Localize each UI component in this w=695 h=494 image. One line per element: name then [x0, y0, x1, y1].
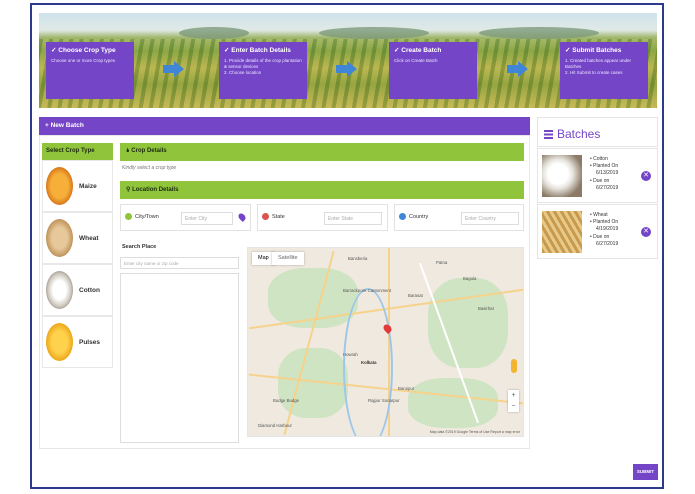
submit-button[interactable]: SUBMIT	[633, 464, 658, 480]
city-field-group: City/Town Enter City	[120, 204, 251, 231]
crop-item-maize[interactable]: Maize	[42, 160, 113, 212]
map-label: Baruipur	[398, 386, 415, 391]
hill-graphic	[319, 27, 429, 39]
step-desc: Click on Create Batch	[394, 58, 438, 63]
city-input[interactable]: Enter City	[181, 212, 233, 225]
crop-name: Pulses	[79, 338, 100, 346]
crop-type-list: Select Crop Type Maize Wheat Cotton Puls…	[42, 143, 113, 368]
map-park	[408, 378, 498, 428]
locate-pin-icon[interactable]	[237, 212, 247, 222]
map-label: Barasat	[408, 293, 423, 298]
step-create-batch: ✓ Create Batch Click on Create Batch	[389, 42, 477, 99]
planted-label: Planted On	[590, 163, 618, 170]
map-label: Barrackpore Cantonment	[343, 288, 392, 293]
wheat-image	[46, 219, 73, 257]
remove-batch-icon[interactable]: ✕	[641, 227, 651, 237]
planted-label: Planted On	[590, 219, 618, 226]
batch-details: Wheat Planted On 4/19/2019 Due on 6/27/2…	[590, 212, 618, 248]
due-date: 6/27/2019	[596, 184, 619, 191]
step-enter-details: ✓ Enter Batch Details 1. Provide details…	[219, 42, 307, 99]
state-icon	[262, 213, 269, 220]
step-choose-crop: ✓ Choose Crop Type Choose one or more Cr…	[46, 42, 134, 99]
cotton-image	[46, 271, 73, 309]
step-desc: 2. Hit Submit to create cases	[565, 70, 623, 75]
map-label: Howrah	[343, 352, 358, 357]
step-desc: 1. Created batches appear under Batches	[565, 58, 632, 69]
planted-date: 4/19/2019	[596, 226, 619, 233]
step-title: ✓ Create Batch	[394, 47, 442, 54]
crop-name: Maize	[79, 182, 97, 190]
map-label: Diamond Harbour	[258, 423, 292, 428]
step-desc: 1. Provide details of the crop plantatio…	[224, 58, 302, 69]
map-label: Budge Budge	[273, 398, 300, 403]
pulses-image	[46, 323, 73, 361]
state-field-group: State Enter State	[257, 204, 388, 231]
zoom-out-button[interactable]: −	[508, 401, 519, 412]
crop-item-cotton[interactable]: Cotton	[42, 264, 113, 316]
state-input[interactable]: Enter State	[324, 212, 382, 225]
map-type-satellite[interactable]: Satellite	[272, 252, 304, 265]
due-label: Due on	[590, 234, 618, 241]
map-label: Basirhat	[478, 306, 494, 311]
batch-card: Cotton Planted On 6/13/2019 Due on 6/27/…	[537, 148, 658, 203]
batch-card: Wheat Planted On 4/19/2019 Due on 6/27/2…	[537, 204, 658, 259]
new-batch-header[interactable]: + New Batch	[39, 117, 530, 135]
zoom-controls: + −	[508, 390, 519, 412]
hill-graphic	[479, 27, 599, 39]
country-field-group: Country Enter Country	[394, 204, 524, 231]
zoom-in-button[interactable]: +	[508, 390, 519, 401]
globe-icon	[399, 213, 406, 220]
map-label: Patna	[436, 260, 448, 265]
map-label: Bagula	[463, 276, 477, 281]
crop-details-header: 🌢 Crop Details	[120, 143, 524, 161]
step-desc: 2. Choose location	[224, 70, 262, 75]
state-label: State	[272, 214, 285, 220]
search-results-box	[120, 273, 239, 443]
due-date: 6/27/2019	[596, 240, 619, 247]
map-view[interactable]: Map Satellite Patna Barrackpore Cantonme…	[247, 247, 524, 437]
remove-batch-icon[interactable]: ✕	[641, 171, 651, 181]
wheat-thumbnail	[542, 211, 582, 253]
city-icon	[125, 213, 132, 220]
search-place-label: Search Place	[122, 244, 157, 250]
batch-crop: Cotton	[590, 156, 618, 163]
app-frame: ✓ Choose Crop Type Choose one or more Cr…	[30, 3, 664, 489]
crop-details-hint: Kindly select a crop type	[122, 165, 177, 171]
location-details-header: ⚲ Location Details	[120, 181, 524, 199]
country-input[interactable]: Enter Country	[461, 212, 519, 225]
crop-type-header: Select Crop Type	[42, 143, 113, 160]
crop-name: Wheat	[79, 234, 99, 242]
street-view-icon[interactable]	[511, 359, 517, 373]
batches-title: Batches	[557, 127, 601, 141]
maize-image	[46, 167, 73, 205]
search-place-input[interactable]: Enter city name or zip code	[120, 257, 239, 269]
step-desc: Choose one or more Crop types	[51, 58, 116, 63]
batch-details: Cotton Planted On 6/13/2019 Due on 6/27/…	[590, 156, 618, 192]
crop-item-pulses[interactable]: Pulses	[42, 316, 113, 368]
step-title: ✓ Submit Batches	[565, 47, 622, 54]
step-submit-batches: ✓ Submit Batches 1. Created batches appe…	[560, 42, 648, 99]
map-label: Bansberia	[348, 256, 368, 261]
city-label: City/Town	[135, 214, 159, 220]
batch-crop: Wheat	[590, 212, 618, 219]
country-label: Country	[409, 214, 429, 220]
batches-panel-header: Batches	[537, 117, 658, 147]
step-title: ✓ Choose Crop Type	[51, 47, 116, 54]
planted-date: 6/13/2019	[596, 170, 619, 177]
step-title: ✓ Enter Batch Details	[224, 47, 291, 54]
map-attribution: Map data ©2019 Google Terms of Use Repor…	[429, 430, 520, 434]
list-icon	[544, 130, 553, 139]
map-label: Kolkata	[361, 360, 377, 365]
hill-graphic	[179, 27, 249, 39]
crop-name: Cotton	[79, 286, 100, 294]
due-label: Due on	[590, 178, 618, 185]
hero-banner: ✓ Choose Crop Type Choose one or more Cr…	[39, 13, 657, 108]
cotton-thumbnail	[542, 155, 582, 197]
map-label: Rajpur Sonarpur	[368, 398, 400, 403]
crop-item-wheat[interactable]: Wheat	[42, 212, 113, 264]
